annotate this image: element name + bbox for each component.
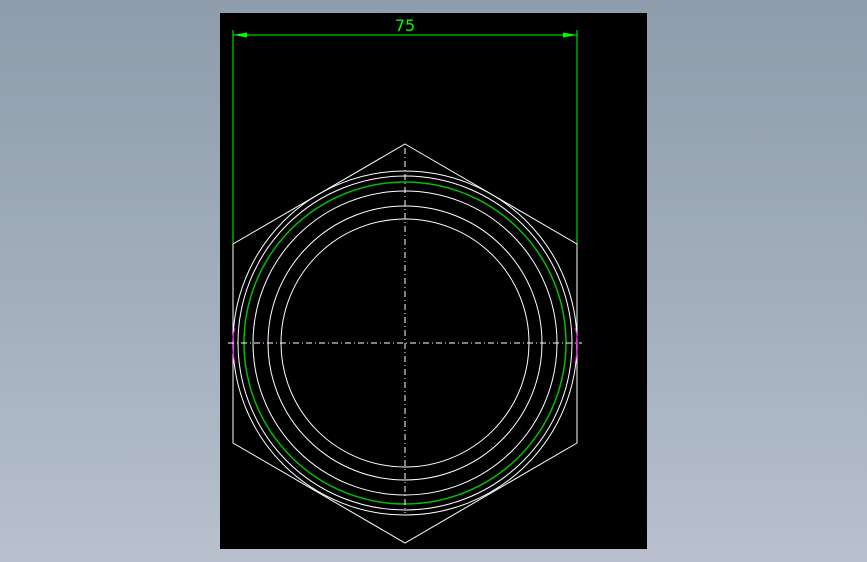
- dimension-arrow-left: [233, 32, 247, 38]
- dimension-arrow-right: [563, 32, 577, 38]
- hex-nut-drawing: 75: [228, 16, 582, 544]
- centerlines: [228, 148, 582, 513]
- dimension-label: 75: [395, 16, 415, 35]
- cad-drawing-viewport[interactable]: 75: [220, 13, 647, 549]
